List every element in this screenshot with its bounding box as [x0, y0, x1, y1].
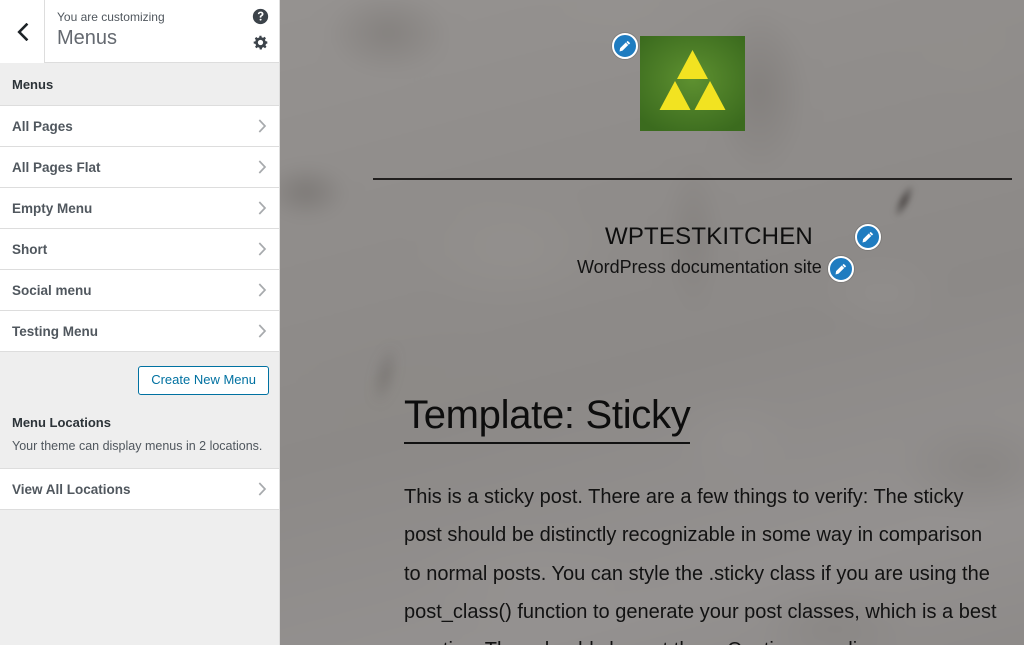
view-all-locations-item[interactable]: View All Locations — [0, 469, 279, 510]
menu-item-social-menu[interactable]: Social menu — [0, 270, 279, 311]
menu-item-label: All Pages — [12, 118, 73, 134]
chevron-right-icon — [258, 482, 267, 496]
chevron-right-icon — [258, 201, 267, 215]
back-button[interactable] — [0, 0, 45, 63]
menu-locations-description: Your theme can display menus in 2 locati… — [12, 439, 263, 453]
edit-site-logo-icon[interactable] — [612, 33, 638, 59]
site-logo — [640, 36, 745, 131]
menu-item-all-pages-flat[interactable]: All Pages Flat — [0, 147, 279, 188]
post-title[interactable]: Template: Sticky — [404, 393, 691, 444]
chevron-right-icon — [258, 242, 267, 256]
menu-item-label: All Pages Flat — [12, 159, 101, 175]
theme-preview-pane: WPTESTKITCHEN WordPress documentation si… — [280, 0, 1024, 645]
menus-section-header: Menus — [0, 63, 279, 106]
gear-icon[interactable] — [252, 34, 269, 51]
menu-item-all-pages[interactable]: All Pages — [0, 106, 279, 147]
post-entry: Template: Sticky This is a sticky post. … — [404, 393, 1004, 645]
chevron-left-icon — [16, 22, 28, 41]
help-icon[interactable] — [252, 8, 269, 25]
create-menu-row: Create New Menu — [0, 352, 279, 409]
menu-locations-block: Menu Locations Your theme can display me… — [0, 409, 279, 468]
menu-item-testing-menu[interactable]: Testing Menu — [0, 311, 279, 352]
edit-site-description-icon[interactable] — [828, 256, 854, 282]
customizing-kicker: You are customizing — [57, 10, 165, 24]
customizer-header: You are customizing Menus — [0, 0, 279, 63]
menu-item-short[interactable]: Short — [0, 229, 279, 270]
customizer-title-area: You are customizing Menus — [45, 0, 279, 62]
panel-title: Menus — [57, 27, 118, 49]
menu-item-label: Short — [12, 241, 48, 257]
customizer-screen: WPTESTKITCHEN WordPress documentation si… — [0, 0, 1024, 645]
view-all-locations-label: View All Locations — [12, 481, 131, 497]
menu-item-empty-menu[interactable]: Empty Menu — [0, 188, 279, 229]
menu-list: All Pages All Pages Flat Empty Menu Shor… — [0, 106, 279, 352]
menu-locations-list: View All Locations — [0, 468, 279, 510]
sidebar-filler — [0, 510, 279, 645]
site-logo-wrapper — [612, 33, 745, 131]
customizer-header-icons — [252, 8, 269, 51]
site-description[interactable]: WordPress documentation site — [577, 257, 822, 278]
menu-item-label: Empty Menu — [12, 200, 93, 216]
post-excerpt-text: This is a sticky post. There are a few t… — [404, 485, 997, 645]
create-new-menu-button[interactable]: Create New Menu — [138, 366, 269, 395]
header-divider — [373, 178, 1012, 180]
edit-site-title-icon[interactable] — [855, 224, 881, 250]
chevron-right-icon — [258, 324, 267, 338]
customizer-sidebar: You are customizing Menus Menus All Page… — [0, 0, 280, 645]
chevron-right-icon — [258, 119, 267, 133]
chevron-right-icon — [258, 160, 267, 174]
site-title[interactable]: WPTESTKITCHEN — [605, 223, 813, 251]
post-excerpt: This is a sticky post. There are a few t… — [404, 478, 1004, 645]
menu-item-label: Social menu — [12, 282, 92, 298]
menu-locations-title: Menu Locations — [12, 415, 111, 430]
chevron-right-icon — [258, 283, 267, 297]
menu-item-label: Testing Menu — [12, 323, 98, 339]
continue-reading-link[interactable]: Continue reading — [727, 639, 879, 645]
